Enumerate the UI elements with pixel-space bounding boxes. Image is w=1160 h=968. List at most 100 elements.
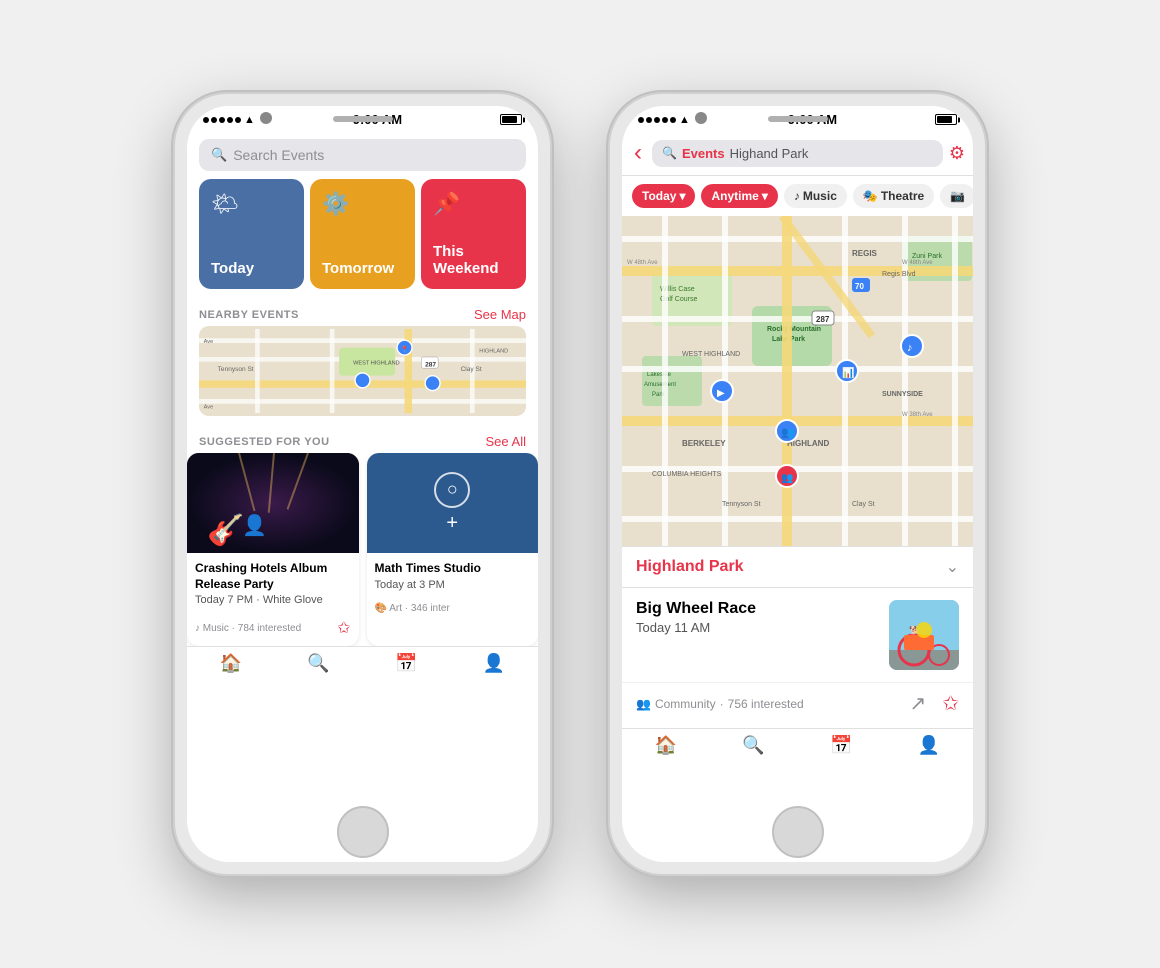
tab-calendar-2[interactable]: 📅 — [798, 735, 886, 756]
camera-1 — [260, 112, 272, 124]
svg-text:Clay St: Clay St — [461, 366, 482, 373]
wifi-icon-1: ▲ — [244, 114, 255, 126]
event-list-item: Big Wheel Race Today 11 AM 🐕 — [622, 587, 973, 682]
svg-text:Ave: Ave — [204, 404, 214, 410]
svg-text:WEST HIGHLAND: WEST HIGHLAND — [682, 351, 740, 358]
phone-2: ▲ 9:00 AM ‹ 🔍 Events Highand Park ⚙ — [610, 94, 985, 874]
event-photo-1: 🎸 👤 — [187, 453, 359, 553]
nav-brand: Events — [682, 146, 725, 161]
search-placeholder-1: Search Events — [233, 147, 324, 163]
card-today[interactable]: 🌤 Today — [199, 179, 304, 289]
filter-theatre[interactable]: 🎭 Theatre — [853, 184, 934, 208]
svg-text:REGIS: REGIS — [852, 249, 878, 258]
nav-location: Highand Park — [730, 146, 809, 161]
search-tab-icon-1: 🔍 — [307, 653, 329, 674]
filter-more[interactable]: 📷 — [940, 184, 973, 208]
back-button[interactable]: ‹ — [630, 137, 646, 169]
location-chevron: ⌄ — [946, 557, 959, 577]
filter-today[interactable]: Today ▾ — [632, 184, 695, 208]
share-icon[interactable]: ↗ — [909, 691, 926, 716]
tab-profile-1[interactable]: 👤 — [450, 653, 538, 674]
search-icon-1: 🔍 — [211, 147, 227, 163]
filter-music-label: Music — [803, 189, 837, 203]
event-card-body-1: Crashing Hotels Album Release Party Toda… — [187, 553, 359, 614]
filter-music[interactable]: ♪ Music — [784, 184, 847, 208]
svg-text:Amusement: Amusement — [644, 382, 676, 388]
event-action-icons: ↗ ✩ — [909, 691, 959, 716]
event-community: 👥 Community · 756 interested — [636, 697, 804, 711]
event-meta-1: ♪ Music · 784 interested — [195, 623, 301, 634]
time-cards: 🌤 Today ⚙️ Tomorrow 📌 This Weekend — [187, 179, 538, 301]
home-button-2[interactable] — [772, 806, 824, 858]
svg-text:Clay St: Clay St — [852, 501, 875, 508]
tomorrow-label: Tomorrow — [322, 260, 403, 277]
home-icon-1: 🏠 — [220, 653, 242, 674]
svg-text:SUNNYSIDE: SUNNYSIDE — [882, 391, 923, 398]
calendar-icon-2: 📅 — [830, 735, 852, 756]
speaker-1 — [333, 116, 393, 122]
home-button-1[interactable] — [337, 806, 389, 858]
bookmark-star-icon[interactable]: ✩ — [942, 691, 959, 716]
tab-search-2[interactable]: 🔍 — [710, 735, 798, 756]
tomorrow-icon: ⚙️ — [322, 191, 403, 217]
event-thumbnail: 🐕 — [889, 600, 959, 670]
search-bar-1[interactable]: 🔍 Search Events — [199, 139, 526, 171]
event-card-1[interactable]: 🎸 👤 Crashing Hotels Album Release Party … — [187, 453, 359, 646]
map-container[interactable]: Rocky Mountain Lake Park Lakeside Amusem… — [622, 216, 973, 546]
filter-bar: Today ▾ Anytime ▾ ♪ Music 🎭 Theatre 📷 — [622, 176, 973, 216]
event-footer-1: ♪ Music · 784 interested ✩ — [187, 614, 359, 646]
filter-anytime[interactable]: Anytime ▾ — [701, 184, 777, 208]
event-sub-2: Today at 3 PM — [375, 579, 531, 591]
card-weekend[interactable]: 📌 This Weekend — [421, 179, 526, 289]
community-icon: 👥 — [636, 697, 651, 711]
see-map-link[interactable]: See Map — [474, 307, 526, 322]
tab-profile-2[interactable]: 👤 — [885, 735, 973, 756]
phone-1: ▲ 9:00 AM 🔍 Search Events 🌤 Today — [175, 94, 550, 874]
camera-2 — [695, 112, 707, 124]
tab-home-1[interactable]: 🏠 — [187, 653, 275, 674]
see-all-link[interactable]: See All — [486, 434, 526, 449]
svg-text:WEST HIGHLAND: WEST HIGHLAND — [353, 360, 400, 366]
tab-home-2[interactable]: 🏠 — [622, 735, 710, 756]
svg-text:COLUMBIA HEIGHTS: COLUMBIA HEIGHTS — [652, 471, 722, 478]
svg-text:👥: 👥 — [781, 473, 793, 484]
svg-text:W 48th Ave: W 48th Ave — [902, 260, 933, 266]
filter-icon[interactable]: ⚙ — [949, 143, 965, 164]
card-tomorrow[interactable]: ⚙️ Tomorrow — [310, 179, 415, 289]
main-map-svg: Rocky Mountain Lake Park Lakeside Amusem… — [622, 216, 973, 546]
battery-1 — [500, 114, 522, 125]
filter-today-arrow: ▾ — [679, 189, 685, 203]
today-icon: 🌤 — [211, 191, 292, 217]
interested-count: 756 interested — [728, 697, 804, 711]
suggested-title: SUGGESTED FOR YOU — [199, 436, 330, 448]
nav-search-bar[interactable]: 🔍 Events Highand Park — [652, 140, 943, 167]
svg-text:👥: 👥 — [781, 427, 795, 439]
nav-bar-2: ‹ 🔍 Events Highand Park ⚙ — [622, 131, 973, 176]
location-bar[interactable]: Highland Park ⌄ — [622, 546, 973, 587]
event-card-2[interactable]: ○ + − Math Times Studio Today at 3 PM 🎨 — [367, 453, 539, 646]
svg-text:W 38th Ave: W 38th Ave — [902, 412, 933, 418]
filter-anytime-arrow: ▾ — [762, 189, 768, 203]
svg-text:📍: 📍 — [401, 345, 409, 353]
tab-search-1[interactable]: 🔍 — [275, 653, 363, 674]
event-title-2: Math Times Studio — [375, 561, 531, 577]
svg-text:▶: ▶ — [717, 388, 725, 399]
svg-text:70: 70 — [855, 282, 864, 291]
tab-calendar-1[interactable]: 📅 — [363, 653, 451, 674]
svg-text:287: 287 — [816, 315, 830, 324]
star-icon-1[interactable]: ✩ — [337, 618, 350, 638]
mini-map[interactable]: Tennyson St WEST HIGHLAND Clay St Ave Av… — [199, 326, 526, 416]
battery-2 — [935, 114, 957, 125]
weekend-icon: 📌 — [433, 191, 514, 217]
filter-today-label: Today — [642, 189, 676, 203]
svg-text:Tennyson St: Tennyson St — [722, 501, 761, 508]
event-sub-1: Today 7 PM · White Glove — [195, 594, 351, 606]
svg-text:Regis Blvd: Regis Blvd — [882, 271, 916, 278]
location-name: Highland Park — [636, 558, 744, 576]
svg-text:W 48th Ave: W 48th Ave — [627, 260, 658, 266]
svg-text:Tennyson St: Tennyson St — [218, 366, 254, 373]
event-footer-2: 🎨 Art · 346 inter — [367, 599, 539, 622]
svg-text:HIGHLAND: HIGHLAND — [479, 348, 508, 354]
filter-theatre-label: Theatre — [881, 189, 924, 203]
event-thumb-img: 🐕 — [889, 600, 959, 670]
